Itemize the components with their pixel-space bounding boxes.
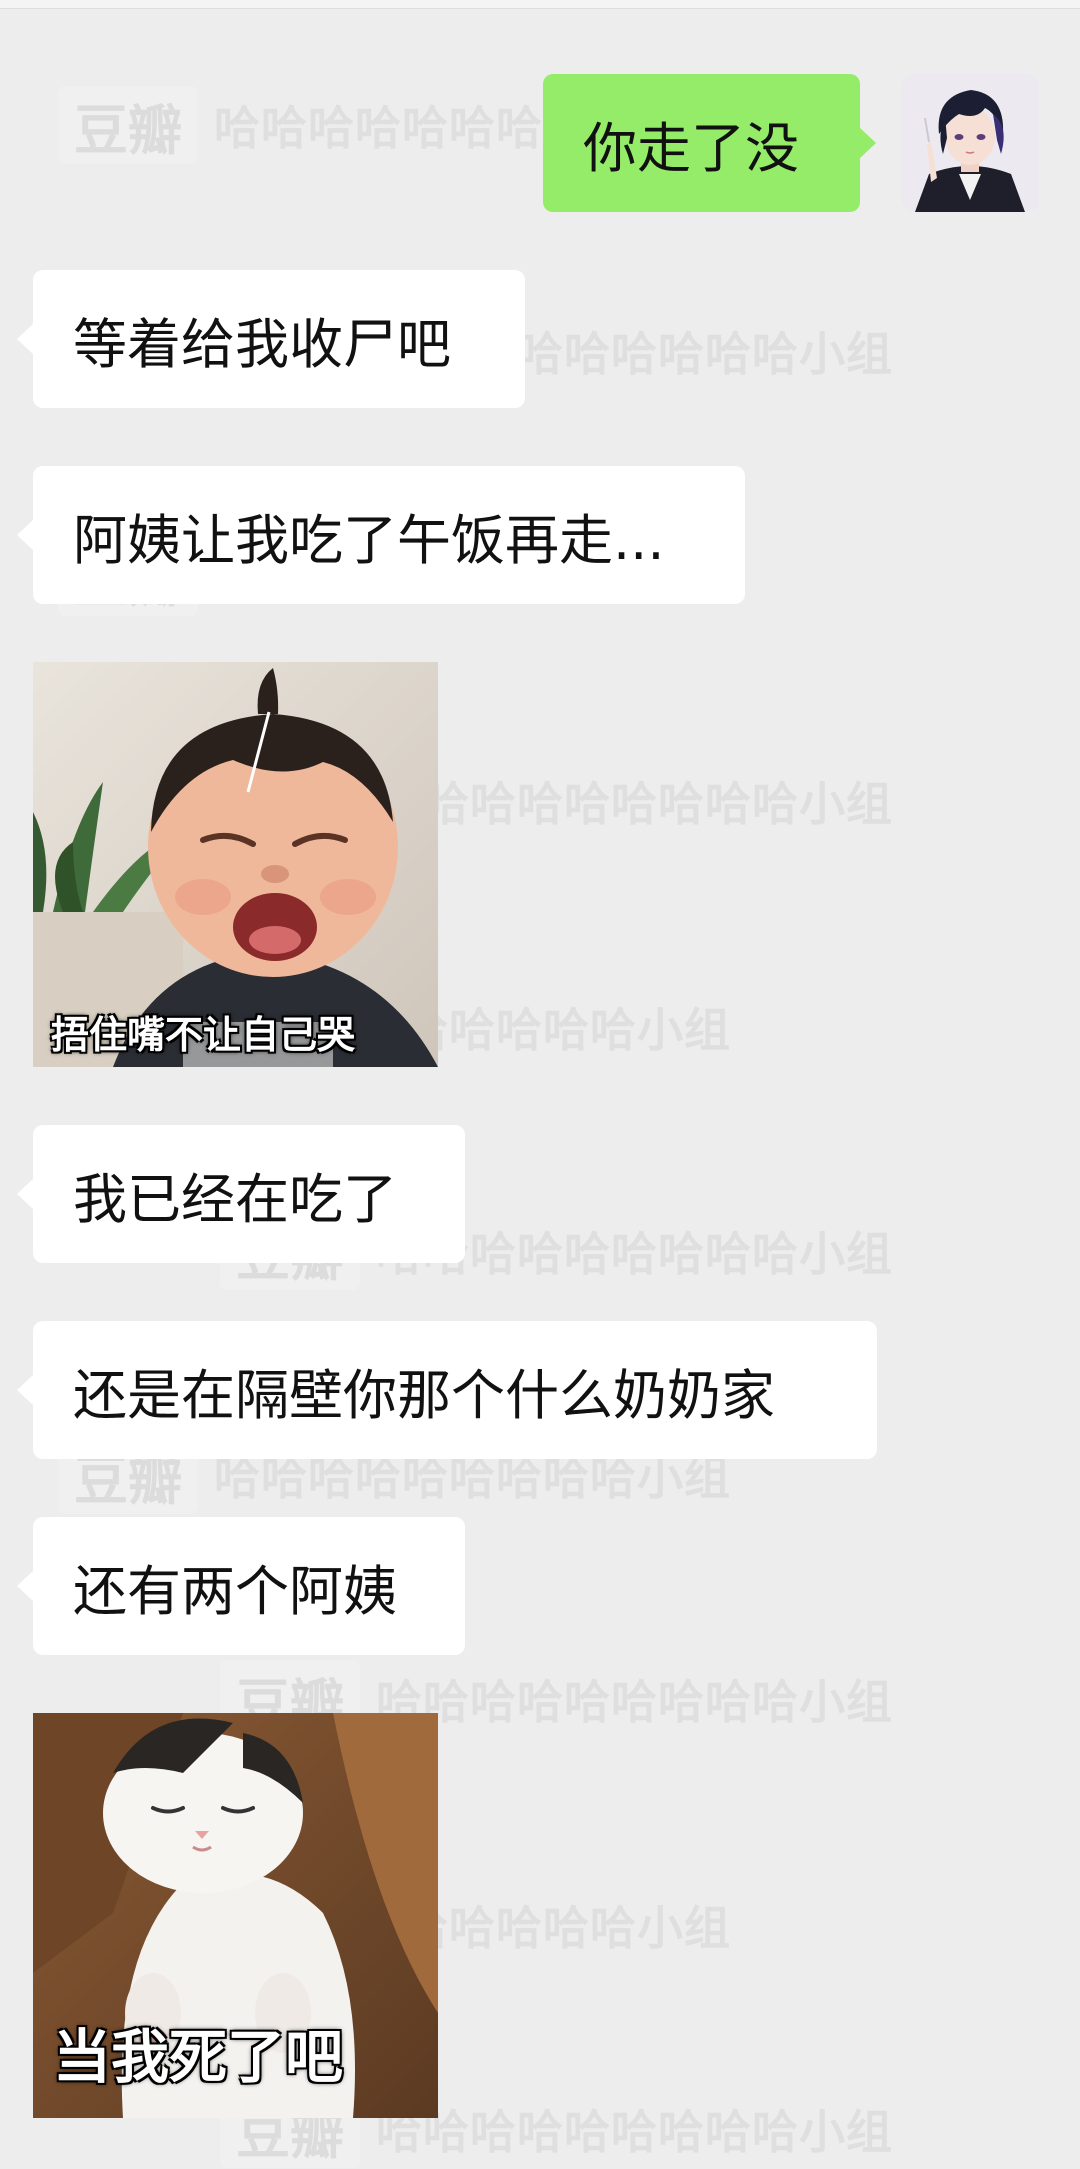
message-text: 阿姨让我吃了午饭再走... (73, 508, 665, 572)
sticker-caption: 当我死了吧 (53, 2023, 344, 2091)
sticker-image[interactable]: 当我死了吧 (33, 1713, 438, 2118)
incoming-message-bubble[interactable]: 阿姨让我吃了午饭再走... (17, 466, 745, 604)
watermark-text: 哈哈哈哈哈哈哈哈哈小组 (376, 777, 893, 831)
message-text: 还是在隔壁你那个什么奶奶家 (73, 1363, 775, 1427)
watermark-text: 哈哈哈哈哈哈哈哈哈小组 (376, 2105, 893, 2159)
incoming-message-bubble[interactable]: 还是在隔壁你那个什么奶奶家 (17, 1321, 877, 1459)
message-text: 等着给我收尸吧 (73, 312, 451, 376)
avatar-illustration (901, 74, 1039, 212)
douban-logo: 豆瓣 (58, 86, 198, 164)
incoming-message-bubble[interactable]: 还有两个阿姨 (17, 1517, 465, 1655)
outgoing-message-bubble[interactable]: 你走了没 (543, 74, 876, 212)
watermark-text: 哈哈哈哈哈哈哈哈哈小组 (376, 1675, 893, 1729)
message-text: 我已经在吃了 (73, 1167, 397, 1231)
incoming-message-bubble[interactable]: 等着给我收尸吧 (17, 270, 525, 408)
top-divider (0, 0, 1080, 9)
message-text: 你走了没 (583, 116, 799, 180)
sticker-image[interactable]: 捂住嘴不让自己哭 (33, 662, 438, 1067)
sticker-caption: 捂住嘴不让自己哭 (51, 1013, 356, 1057)
incoming-message-bubble[interactable]: 我已经在吃了 (17, 1125, 465, 1263)
avatar[interactable] (901, 74, 1039, 212)
message-text: 还有两个阿姨 (73, 1559, 397, 1623)
